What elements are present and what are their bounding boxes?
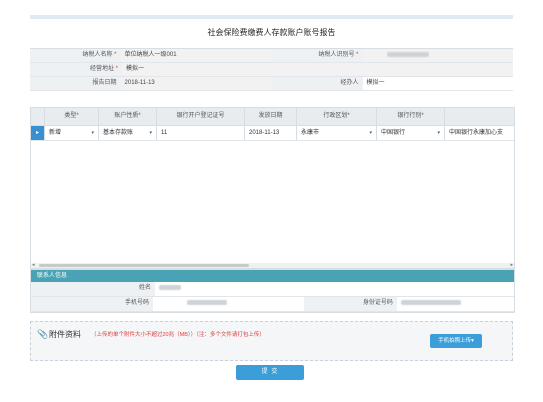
bank-reg-no-input[interactable]: 11 — [157, 126, 245, 140]
address-label: 经营地址 * — [30, 63, 122, 76]
row-selector[interactable]: ▸ — [31, 126, 45, 140]
taxpayer-name-label: 纳税人名称 * — [30, 49, 121, 62]
chevron-down-icon: ▾ — [149, 130, 152, 136]
scroll-left-icon[interactable]: ◂ — [32, 262, 35, 268]
chevron-down-icon: ▾ — [369, 130, 372, 136]
contact-name-label: 姓名 — [31, 282, 155, 296]
col-account-nature: 账户性质* — [99, 108, 157, 125]
attachment-section: 📎 附件资料 （上传的单个附件大小不超过20兆（MB））（注：多个文件请打包上传… — [30, 321, 513, 361]
contact-row-phone: 手机号码 身份证号码 — [31, 297, 514, 312]
taxpayer-name-field[interactable]: 单位纳税人一级001 — [120, 49, 272, 62]
form-row-3: 报告日期 2018-11-13 经办人 模拟一 — [30, 77, 513, 91]
grid-header: 类型* 账户性质* 银行开户登记证号 发放日期 行政区划* 银行行别* — [31, 108, 514, 126]
table-row[interactable]: ▸ 新增 ▾ 基本存款账 ▾ 11 2018-11-13 永康市 ▾ 中国银行 ▾ 中国… — [31, 126, 514, 141]
issue-date-input[interactable]: 2018-11-13 — [245, 126, 297, 140]
scrollbar-thumb[interactable] — [39, 264, 249, 267]
contact-phone-label: 手机号码 — [31, 297, 153, 311]
attachment-title: 附件资料 — [49, 330, 81, 339]
contact-id-field[interactable] — [397, 297, 514, 311]
attachment-note: （上传的单个附件大小不超过20兆（MB））（注：多个文件请打包上传） — [91, 332, 265, 338]
form-row-1: 纳税人名称 * 单位纳税人一级001 纳税人识别号 * — [30, 49, 513, 63]
bank-branch-select[interactable]: 中国银行永康加心支 — [445, 126, 512, 140]
handler-field[interactable]: 模拟一 — [363, 77, 513, 90]
chevron-down-icon: ▾ — [437, 130, 440, 136]
taxpayer-id-label: 纳税人识别号 * — [271, 49, 363, 62]
contact-section: 联系人信息 姓名 手机号码 身份证号码 — [30, 269, 515, 313]
horizontal-scrollbar[interactable]: ◂ ▸ — [31, 262, 514, 268]
paperclip-icon: 📎 — [37, 329, 49, 339]
chevron-down-icon: ▾ — [91, 130, 94, 136]
address-field[interactable]: 模拟一 — [122, 63, 513, 76]
col-issue-date: 发放日期 — [245, 108, 297, 125]
mobile-upload-button[interactable]: 手机拍照上传▾ — [430, 334, 482, 348]
handler-label: 经办人 — [271, 77, 363, 90]
col-type: 类型* — [45, 108, 99, 125]
report-date-label: 报告日期 — [30, 77, 121, 90]
basic-info-form: 纳税人名称 * 单位纳税人一级001 纳税人识别号 * 经营地址 * 模拟一 报… — [30, 48, 513, 91]
type-select[interactable]: 新增 ▾ — [45, 126, 99, 140]
account-nature-select[interactable]: 基本存款账 ▾ — [99, 126, 157, 140]
col-bank-reg-no: 银行开户登记证号 — [157, 108, 245, 125]
form-row-2: 经营地址 * 模拟一 — [30, 63, 513, 77]
report-date-field[interactable]: 2018-11-13 — [120, 77, 272, 90]
contact-id-label: 身份证号码 — [304, 297, 397, 311]
account-grid: 类型* 账户性质* 银行开户登记证号 发放日期 行政区划* 银行行别* ▸ 新增… — [30, 107, 515, 269]
contact-phone-field[interactable] — [153, 297, 304, 311]
col-bank-type: 银行行别* — [377, 108, 445, 125]
grid-header-select — [31, 108, 45, 125]
col-admin-region: 行政区划* — [297, 108, 377, 125]
bank-type-select[interactable]: 中国银行 ▾ — [377, 126, 445, 140]
top-accent-bar — [30, 15, 513, 19]
admin-region-select[interactable]: 永康市 ▾ — [297, 126, 377, 140]
contact-name-field[interactable] — [155, 282, 514, 296]
contact-section-header: 联系人信息 — [31, 270, 514, 282]
contact-row-name: 姓名 — [31, 282, 514, 297]
submit-button[interactable]: 提 交 — [236, 365, 304, 380]
scroll-right-icon[interactable]: ▸ — [510, 262, 513, 268]
col-bank-branch — [445, 108, 512, 125]
page-title: 社会保险费缴费人存款账户账号报告 — [207, 28, 336, 37]
taxpayer-id-field[interactable] — [362, 49, 513, 62]
